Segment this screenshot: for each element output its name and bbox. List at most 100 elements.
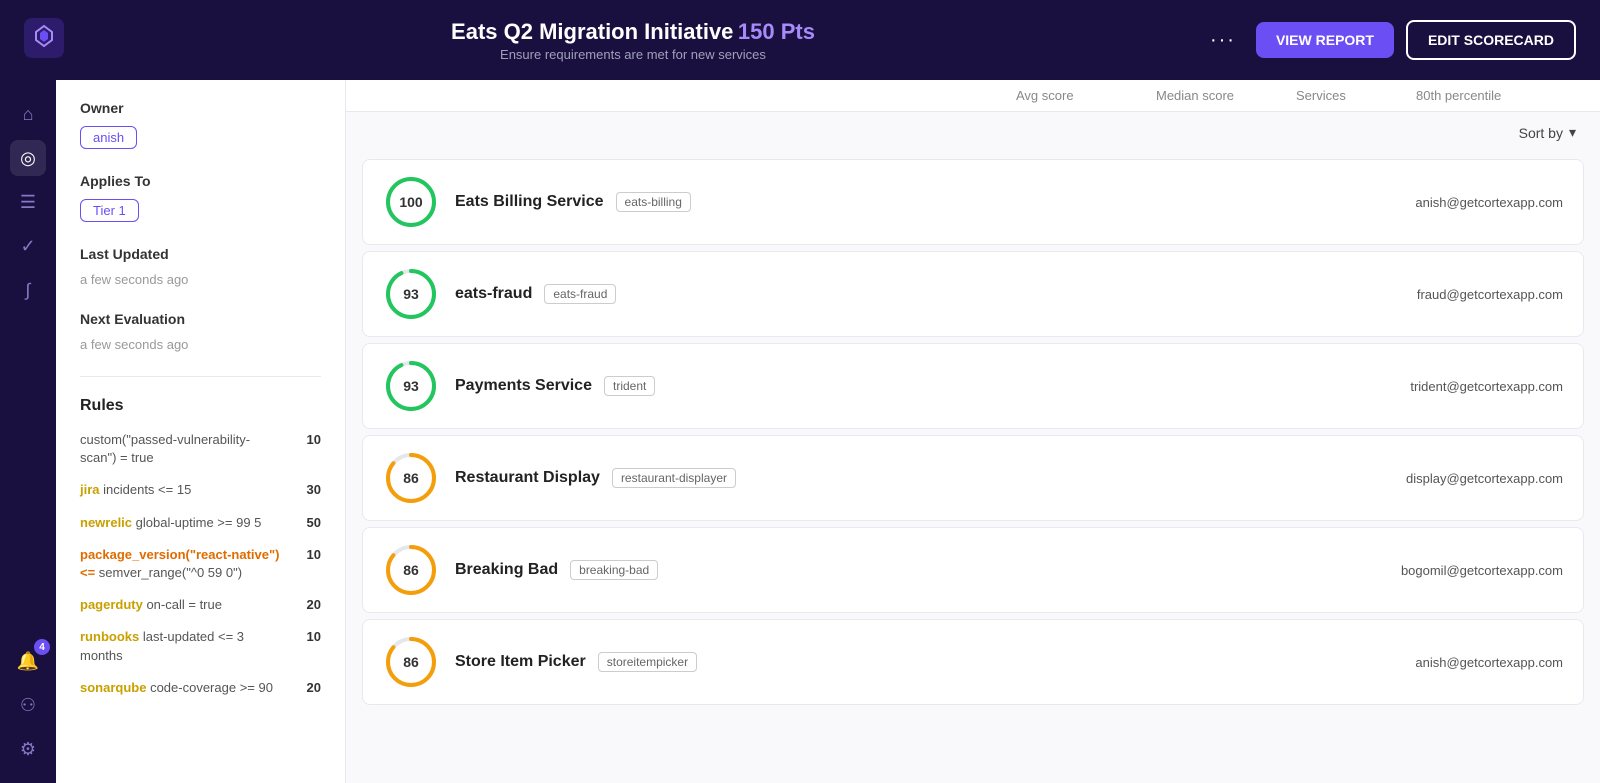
page-title: Eats Q2 Migration Initiative <box>451 19 733 44</box>
left-panel: Owner anish Applies To Tier 1 Last Updat… <box>56 80 346 783</box>
sidebar-item-list[interactable]: ☰ <box>10 184 46 220</box>
applies-to-label: Applies To <box>80 173 321 189</box>
score-circle: 86 <box>383 634 439 690</box>
service-tag: restaurant-displayer <box>612 468 736 488</box>
service-email: trident@getcortexapp.com <box>1410 379 1563 394</box>
score-circle: 86 <box>383 450 439 506</box>
rule-row: jira incidents <= 15 30 <box>80 481 321 499</box>
rule-points: 10 <box>297 431 321 449</box>
service-email: anish@getcortexapp.com <box>1415 195 1563 210</box>
rule-text: sonarqube code-coverage >= 90 <box>80 679 285 697</box>
col-services: Services <box>1296 88 1416 103</box>
header-center: Eats Q2 Migration Initiative 150 Pts Ens… <box>451 19 815 62</box>
rule-text: package_version("react-native") <= semve… <box>80 546 285 582</box>
service-name: Payments Service <box>455 377 592 395</box>
score-circle: 93 <box>383 358 439 414</box>
col-median-score: Median score <box>1156 88 1296 103</box>
next-eval-label: Next Evaluation <box>80 311 321 327</box>
rule-points: 20 <box>297 596 321 614</box>
rule-row: package_version("react-native") <= semve… <box>80 546 321 582</box>
rule-row: runbooks last-updated <= 3 months 10 <box>80 628 321 664</box>
service-row[interactable]: 86 Restaurant Display restaurant-displaye… <box>362 435 1584 521</box>
sidebar-item-check[interactable]: ✓ <box>10 228 46 264</box>
score-circle: 100 <box>383 174 439 230</box>
score-value: 100 <box>399 194 422 210</box>
score-value: 86 <box>403 470 419 486</box>
rule-row: newrelic global-uptime >= 99 5 50 <box>80 514 321 532</box>
column-headers: Avg score Median score Services 80th per… <box>346 80 1600 112</box>
header-pts: 150 Pts <box>738 19 815 44</box>
sort-chevron-icon: ▾ <box>1569 124 1576 141</box>
last-updated-section: Last Updated a few seconds ago <box>80 246 321 287</box>
owner-label: Owner <box>80 100 321 116</box>
score-value: 86 <box>403 654 419 670</box>
rule-row: sonarqube code-coverage >= 90 20 <box>80 679 321 697</box>
rule-points: 10 <box>297 628 321 646</box>
owner-section: Owner anish <box>80 100 321 149</box>
service-row[interactable]: 100 Eats Billing Service eats-billing anis… <box>362 159 1584 245</box>
service-tag: trident <box>604 376 655 396</box>
sidebar-item-badge[interactable]: 🔔 4 <box>10 643 46 679</box>
sidebar-item-team[interactable]: ⚇ <box>10 687 46 723</box>
service-info: Eats Billing Service eats-billing <box>455 192 1399 212</box>
service-name: Store Item Picker <box>455 653 586 671</box>
service-name: eats-fraud <box>455 285 532 303</box>
service-email: anish@getcortexapp.com <box>1415 655 1563 670</box>
rules-title: Rules <box>80 376 321 415</box>
sidebar-item-scorecard[interactable]: ◎ <box>10 140 46 176</box>
rule-text: jira incidents <= 15 <box>80 481 285 499</box>
service-name: Restaurant Display <box>455 469 600 487</box>
service-row[interactable]: 93 Payments Service trident trident@getcor… <box>362 343 1584 429</box>
next-eval-value: a few seconds ago <box>80 337 321 352</box>
col-avg-score: Avg score <box>1016 88 1156 103</box>
header-subtitle: Ensure requirements are met for new serv… <box>451 47 815 62</box>
rule-points: 30 <box>297 481 321 499</box>
logo <box>24 18 64 63</box>
service-tag: eats-billing <box>616 192 691 212</box>
rule-points: 50 <box>297 514 321 532</box>
service-name: Breaking Bad <box>455 561 558 579</box>
tier-tag[interactable]: Tier 1 <box>80 199 139 222</box>
service-row[interactable]: 86 Breaking Badbreaking-badbogomil@getco… <box>362 527 1584 613</box>
service-info: Store Item Picker storeitempicker <box>455 652 1399 672</box>
score-value: 93 <box>403 378 419 394</box>
service-row[interactable]: 93 eats-fraud eats-fraud fraud@getcortexap… <box>362 251 1584 337</box>
service-email: display@getcortexapp.com <box>1406 471 1563 486</box>
right-panel: Avg score Median score Services 80th per… <box>346 80 1600 783</box>
service-tag: eats-fraud <box>544 284 616 304</box>
service-info: eats-fraud eats-fraud <box>455 284 1401 304</box>
edit-scorecard-button[interactable]: EDIT SCORECARD <box>1406 20 1576 60</box>
service-tag: breaking-bad <box>570 560 658 580</box>
score-circle: 93 <box>383 266 439 322</box>
service-name: Eats Billing Service <box>455 193 604 211</box>
rule-points: 20 <box>297 679 321 697</box>
next-eval-section: Next Evaluation a few seconds ago <box>80 311 321 352</box>
sidebar-item-wave[interactable]: ∫ <box>10 272 46 308</box>
main-layout: ⌂ ◎ ☰ ✓ ∫ 🔔 4 ⚇ ⚙ Owner anish Applies To… <box>0 80 1600 783</box>
service-tag: storeitempicker <box>598 652 697 672</box>
owner-tag[interactable]: anish <box>80 126 137 149</box>
service-email: fraud@getcortexapp.com <box>1417 287 1563 302</box>
rule-text: runbooks last-updated <= 3 months <box>80 628 285 664</box>
more-options-button[interactable]: ··· <box>1202 25 1244 56</box>
score-value: 86 <box>403 562 419 578</box>
sidebar-item-settings[interactable]: ⚙ <box>10 731 46 767</box>
rules-list: custom("passed-vulnerability-scan") = tr… <box>80 431 321 697</box>
rule-text: pagerduty on-call = true <box>80 596 285 614</box>
applies-to-section: Applies To Tier 1 <box>80 173 321 222</box>
sort-by-button[interactable]: Sort by ▾ <box>1519 124 1576 141</box>
col-percentile: 80th percentile <box>1416 88 1576 103</box>
rule-row: pagerduty on-call = true 20 <box>80 596 321 614</box>
view-report-button[interactable]: VIEW REPORT <box>1256 22 1394 58</box>
sidebar-item-home[interactable]: ⌂ <box>10 96 46 132</box>
last-updated-label: Last Updated <box>80 246 321 262</box>
service-row[interactable]: 86 Store Item Picker storeitempicker anish… <box>362 619 1584 705</box>
rule-row: custom("passed-vulnerability-scan") = tr… <box>80 431 321 467</box>
sort-bar: Sort by ▾ <box>346 112 1600 153</box>
score-circle: 86 <box>383 542 439 598</box>
rule-text: newrelic global-uptime >= 99 5 <box>80 514 285 532</box>
header-actions: ··· VIEW REPORT EDIT SCORECARD <box>1202 20 1576 60</box>
top-header: Eats Q2 Migration Initiative 150 Pts Ens… <box>0 0 1600 80</box>
service-info: Payments Service trident <box>455 376 1394 396</box>
rule-text: custom("passed-vulnerability-scan") = tr… <box>80 431 285 467</box>
